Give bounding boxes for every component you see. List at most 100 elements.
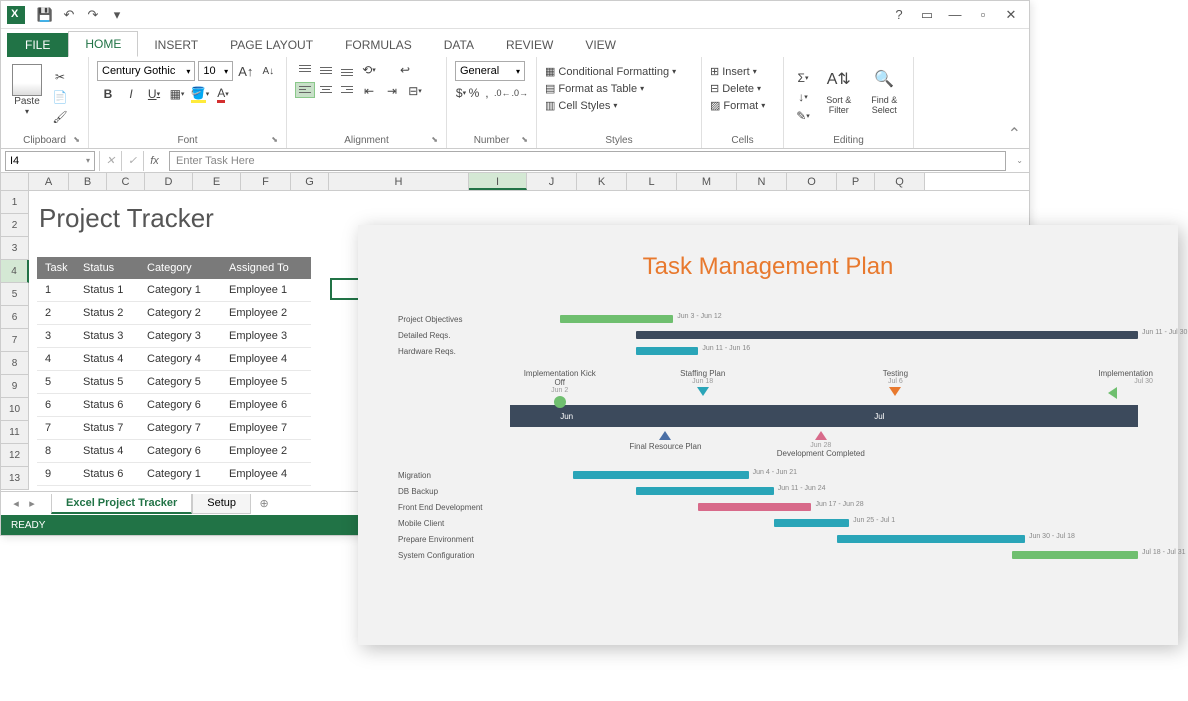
ribbon-tab-page-layout[interactable]: PAGE LAYOUT: [214, 33, 329, 57]
align-left-button[interactable]: [295, 82, 315, 98]
tab-prev-button[interactable]: ◂: [9, 497, 23, 511]
clipboard-dialog-launcher[interactable]: ⬊: [73, 135, 80, 144]
increase-decimal-button[interactable]: .0←: [494, 84, 511, 102]
row-header-7[interactable]: 7: [1, 329, 29, 352]
cut-button[interactable]: ✂: [49, 68, 71, 86]
table-row[interactable]: 2Status 2Category 2Employee 2: [37, 302, 311, 325]
close-button[interactable]: ✕: [999, 5, 1023, 25]
cell-styles-button[interactable]: ▥Cell Styles▾: [545, 98, 693, 113]
minimize-button[interactable]: —: [943, 5, 967, 25]
table-row[interactable]: 8Status 4Category 6Employee 2: [37, 440, 311, 463]
tab-next-button[interactable]: ▸: [25, 497, 39, 511]
underline-button[interactable]: U▾: [143, 85, 165, 103]
cancel-formula-button[interactable]: ✕: [99, 151, 121, 171]
delete-cells-button[interactable]: ⊟Delete▾: [710, 81, 775, 96]
sheet-tab[interactable]: Excel Project Tracker: [51, 494, 192, 514]
ribbon-tab-formulas[interactable]: FORMULAS: [329, 33, 428, 57]
alignment-dialog-launcher[interactable]: ⬊: [431, 135, 438, 144]
row-header-13[interactable]: 13: [1, 467, 29, 490]
font-dialog-launcher[interactable]: ⬊: [271, 135, 278, 144]
row-header-5[interactable]: 5: [1, 283, 29, 306]
row-header-10[interactable]: 10: [1, 398, 29, 421]
sort-filter-button[interactable]: A⇅ Sort & Filter: [818, 61, 860, 119]
restore-button[interactable]: ▫: [971, 5, 995, 25]
name-box[interactable]: I4▾: [5, 151, 95, 171]
formula-input[interactable]: [169, 151, 1006, 171]
row-header-1[interactable]: 1: [1, 191, 29, 214]
table-row[interactable]: 6Status 6Category 6Employee 6: [37, 394, 311, 417]
column-header-G[interactable]: G: [291, 173, 329, 190]
undo-button[interactable]: ↶: [59, 5, 79, 25]
column-header-E[interactable]: E: [193, 173, 241, 190]
decrease-font-button[interactable]: A↓: [259, 62, 278, 80]
conditional-formatting-button[interactable]: ▦Conditional Formatting▾: [545, 64, 693, 79]
row-header-11[interactable]: 11: [1, 421, 29, 444]
fill-color-button[interactable]: 🪣▾: [189, 85, 211, 103]
align-top-button[interactable]: [295, 61, 315, 77]
decrease-decimal-button[interactable]: .0→: [511, 84, 528, 102]
enter-formula-button[interactable]: ✓: [121, 151, 143, 171]
merge-button[interactable]: ⊟▾: [404, 82, 426, 100]
column-header-M[interactable]: M: [677, 173, 737, 190]
format-cells-button[interactable]: ▨Format▾: [710, 98, 775, 113]
ribbon-tab-view[interactable]: VIEW: [569, 33, 632, 57]
align-bottom-button[interactable]: [337, 61, 357, 77]
column-header-P[interactable]: P: [837, 173, 875, 190]
column-header-F[interactable]: F: [241, 173, 291, 190]
ribbon-tab-home[interactable]: HOME: [68, 31, 138, 57]
table-row[interactable]: 3Status 3Category 3Employee 3: [37, 325, 311, 348]
insert-function-button[interactable]: fx: [143, 151, 165, 171]
column-header-O[interactable]: O: [787, 173, 837, 190]
save-button[interactable]: 💾: [35, 5, 55, 25]
format-as-table-button[interactable]: ▤Format as Table▾: [545, 81, 693, 96]
increase-indent-button[interactable]: ⇥: [381, 82, 403, 100]
row-header-4[interactable]: 4: [1, 260, 29, 283]
collapse-ribbon-button[interactable]: ⌃: [1000, 120, 1029, 148]
format-painter-button[interactable]: 🖌: [49, 108, 71, 126]
row-header-2[interactable]: 2: [1, 214, 29, 237]
wrap-text-button[interactable]: ↩: [394, 61, 416, 79]
column-header-K[interactable]: K: [577, 173, 627, 190]
insert-cells-button[interactable]: ⊞Insert▾: [710, 64, 775, 79]
ribbon-tab-file[interactable]: FILE: [7, 33, 68, 57]
table-row[interactable]: 1Status 1Category 1Employee 1: [37, 279, 311, 302]
column-header-H[interactable]: H: [329, 173, 469, 190]
row-header-6[interactable]: 6: [1, 306, 29, 329]
column-header-B[interactable]: B: [69, 173, 107, 190]
increase-font-button[interactable]: A↑: [236, 62, 255, 80]
sheet-tab[interactable]: Setup: [192, 494, 251, 514]
redo-button[interactable]: ↷: [83, 5, 103, 25]
align-center-button[interactable]: [316, 82, 336, 98]
row-header-3[interactable]: 3: [1, 237, 29, 260]
clear-button[interactable]: ✎▾: [792, 107, 814, 125]
expand-formula-button[interactable]: ⌄: [1010, 156, 1029, 165]
row-header-8[interactable]: 8: [1, 352, 29, 375]
row-header-9[interactable]: 9: [1, 375, 29, 398]
column-header-C[interactable]: C: [107, 173, 145, 190]
decrease-indent-button[interactable]: ⇤: [358, 82, 380, 100]
help-button[interactable]: ?: [887, 5, 911, 25]
fill-button[interactable]: ↓▾: [792, 88, 814, 106]
table-row[interactable]: 5Status 5Category 5Employee 5: [37, 371, 311, 394]
orientation-button[interactable]: ⟲▾: [358, 61, 380, 79]
table-row[interactable]: 7Status 7Category 7Employee 7: [37, 417, 311, 440]
number-dialog-launcher[interactable]: ⬊: [521, 135, 528, 144]
table-row[interactable]: 9Status 6Category 1Employee 4: [37, 463, 311, 486]
column-header-Q[interactable]: Q: [875, 173, 925, 190]
column-header-D[interactable]: D: [145, 173, 193, 190]
align-middle-button[interactable]: [316, 61, 336, 77]
autosum-button[interactable]: Σ▾: [792, 69, 814, 87]
new-sheet-button[interactable]: ⊕: [257, 497, 271, 511]
font-color-button[interactable]: A▾: [212, 85, 234, 103]
bold-button[interactable]: B: [97, 85, 119, 103]
ribbon-display-button[interactable]: ▭: [915, 5, 939, 25]
column-header-J[interactable]: J: [527, 173, 577, 190]
row-header-12[interactable]: 12: [1, 444, 29, 467]
paste-button[interactable]: Paste ▾: [9, 61, 45, 119]
ribbon-tab-insert[interactable]: INSERT: [138, 33, 214, 57]
column-header-N[interactable]: N: [737, 173, 787, 190]
column-header-L[interactable]: L: [627, 173, 677, 190]
comma-button[interactable]: ,: [481, 84, 493, 102]
accounting-button[interactable]: $▾: [455, 84, 467, 102]
qat-customize-icon[interactable]: ▾: [107, 5, 127, 25]
